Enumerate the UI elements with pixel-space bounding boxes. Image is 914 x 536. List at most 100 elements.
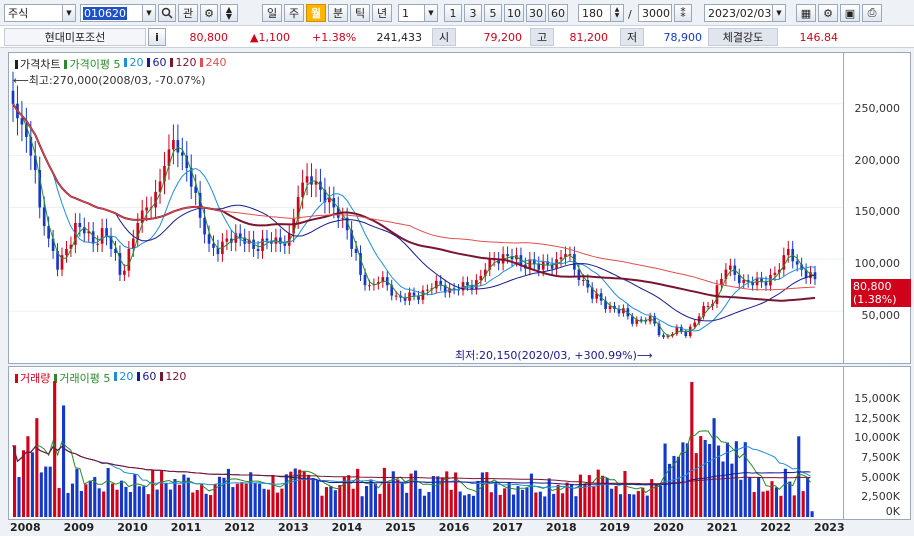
- price-candle: [461, 276, 465, 296]
- chevron-down-icon[interactable]: ▼: [772, 5, 785, 21]
- period-minute[interactable]: 분: [328, 4, 348, 22]
- x-tick-2023: 2023: [814, 521, 845, 534]
- x-tick-2015: 2015: [385, 521, 416, 534]
- volume-bar: [534, 492, 538, 517]
- volume-bar: [690, 381, 694, 517]
- volume-bar: [26, 436, 30, 517]
- volume-bar: [463, 495, 467, 517]
- volume-chart-panel[interactable]: 거래량 거래이평 5 20 60 120 15,000K 12,500K 10,…: [8, 366, 911, 520]
- price-candle: [323, 177, 327, 214]
- volume-bar: [783, 468, 787, 517]
- total-input[interactable]: 3000: [638, 4, 672, 22]
- gear-icon[interactable]: ⚙: [818, 4, 838, 22]
- volume-bar: [543, 496, 547, 517]
- x-tick-2016: 2016: [438, 521, 470, 534]
- volume-bar: [547, 478, 551, 517]
- low-price: 78,900: [663, 30, 703, 44]
- save-icon[interactable]: ▣: [840, 4, 860, 22]
- interval-btn-5[interactable]: 5: [484, 4, 502, 22]
- price-candle: [328, 186, 331, 214]
- interval-btn-1[interactable]: 1: [444, 4, 462, 22]
- price-candle: [167, 134, 171, 180]
- search-icon[interactable]: [158, 4, 176, 22]
- interval-btn-10[interactable]: 10: [504, 4, 524, 22]
- volume-bar: [280, 488, 284, 517]
- volume-bar: [70, 483, 75, 517]
- vol-tick-7500k: 7,500K: [861, 451, 900, 464]
- date-picker[interactable]: 2023/02/03 ▼: [704, 4, 786, 22]
- volume-bar: [21, 450, 26, 517]
- volume-bar: [298, 469, 302, 517]
- price-tick-200000: 200,000: [854, 154, 901, 167]
- info-label: i: [155, 30, 159, 44]
- price-change: ▲1,100: [250, 30, 290, 44]
- price-candle: [123, 264, 126, 282]
- volume-bar: [498, 494, 502, 517]
- price-candle: [283, 235, 287, 255]
- volume-bar: [632, 494, 636, 517]
- chevron-down-icon[interactable]: ▼: [424, 5, 437, 21]
- market-select[interactable]: 주식 ▼: [4, 4, 76, 22]
- volume-bar: [743, 442, 747, 517]
- volume-bar: [471, 495, 476, 517]
- price-candle: [751, 276, 754, 291]
- settings-icon[interactable]: ⚙: [200, 4, 218, 22]
- chart-layout-icon[interactable]: ▦: [796, 4, 816, 22]
- period-day[interactable]: 일: [262, 4, 282, 22]
- volume-bar: [333, 490, 337, 517]
- date-value: 2023/02/03: [708, 6, 772, 20]
- period-week[interactable]: 주: [284, 4, 304, 22]
- volume-bar: [480, 472, 484, 517]
- price-candle: [96, 235, 99, 253]
- spinner-icon[interactable]: ▲ ▼: [610, 5, 623, 21]
- volume-bar: [84, 484, 88, 517]
- interval-btn-60[interactable]: 60: [548, 4, 568, 22]
- code-value: 010620: [83, 6, 127, 20]
- volume-bar: [396, 479, 400, 517]
- ma120-line: [12, 103, 816, 302]
- price-candle: [20, 101, 24, 142]
- volume-bar: [507, 482, 511, 517]
- volume-bar: [592, 486, 596, 517]
- price-candle: [292, 208, 296, 243]
- interval-btn-60-label: 60: [551, 6, 565, 20]
- count-input[interactable]: 180 ▲ ▼: [578, 4, 624, 22]
- price-plot[interactable]: [9, 53, 843, 363]
- price-candle: [635, 316, 639, 327]
- period-tick[interactable]: 틱: [350, 4, 370, 22]
- volume-bar: [177, 484, 181, 517]
- volume-bar: [467, 494, 471, 517]
- chevron-down-icon[interactable]: ▼: [142, 5, 155, 21]
- interval-btn-30[interactable]: 30: [526, 4, 546, 22]
- updown-icon[interactable]: ▲ ▼: [220, 4, 238, 22]
- volume-plot[interactable]: [9, 367, 843, 519]
- volume: 241,433: [376, 30, 423, 44]
- period-year[interactable]: 년: [372, 4, 392, 22]
- volume-bar: [601, 475, 605, 517]
- period-month[interactable]: 월: [306, 4, 326, 22]
- lock-icon[interactable]: ⁑: [674, 4, 692, 22]
- interval-select[interactable]: 1 ▼: [398, 4, 438, 22]
- volume-bar: [400, 482, 404, 517]
- info-button[interactable]: i: [148, 28, 166, 46]
- code-input[interactable]: 010620 ▼: [80, 4, 156, 22]
- print-icon[interactable]: ⎙: [862, 4, 882, 22]
- volume-bar: [685, 443, 689, 517]
- gwan-button[interactable]: 관: [178, 4, 198, 22]
- price-candle: [38, 156, 42, 219]
- chevron-down-icon[interactable]: ▼: [62, 5, 75, 21]
- volume-bar: [35, 418, 39, 517]
- price-chart-panel[interactable]: 가격차트 가격이평 5 20 60 120 240 ⟵최고:270,000(20…: [8, 52, 911, 364]
- volume-bar: [730, 463, 734, 517]
- price-candle: [483, 263, 487, 282]
- price-candle: [532, 252, 536, 271]
- interval-btn-3[interactable]: 3: [464, 4, 482, 22]
- price-candle: [595, 288, 599, 304]
- volume-bar: [88, 480, 92, 517]
- volume-bar: [369, 479, 373, 517]
- price-candle: [648, 312, 652, 325]
- price-candle: [256, 240, 260, 259]
- price-candle: [243, 228, 247, 253]
- price-candle: [403, 293, 407, 306]
- volume-bar: [142, 486, 146, 517]
